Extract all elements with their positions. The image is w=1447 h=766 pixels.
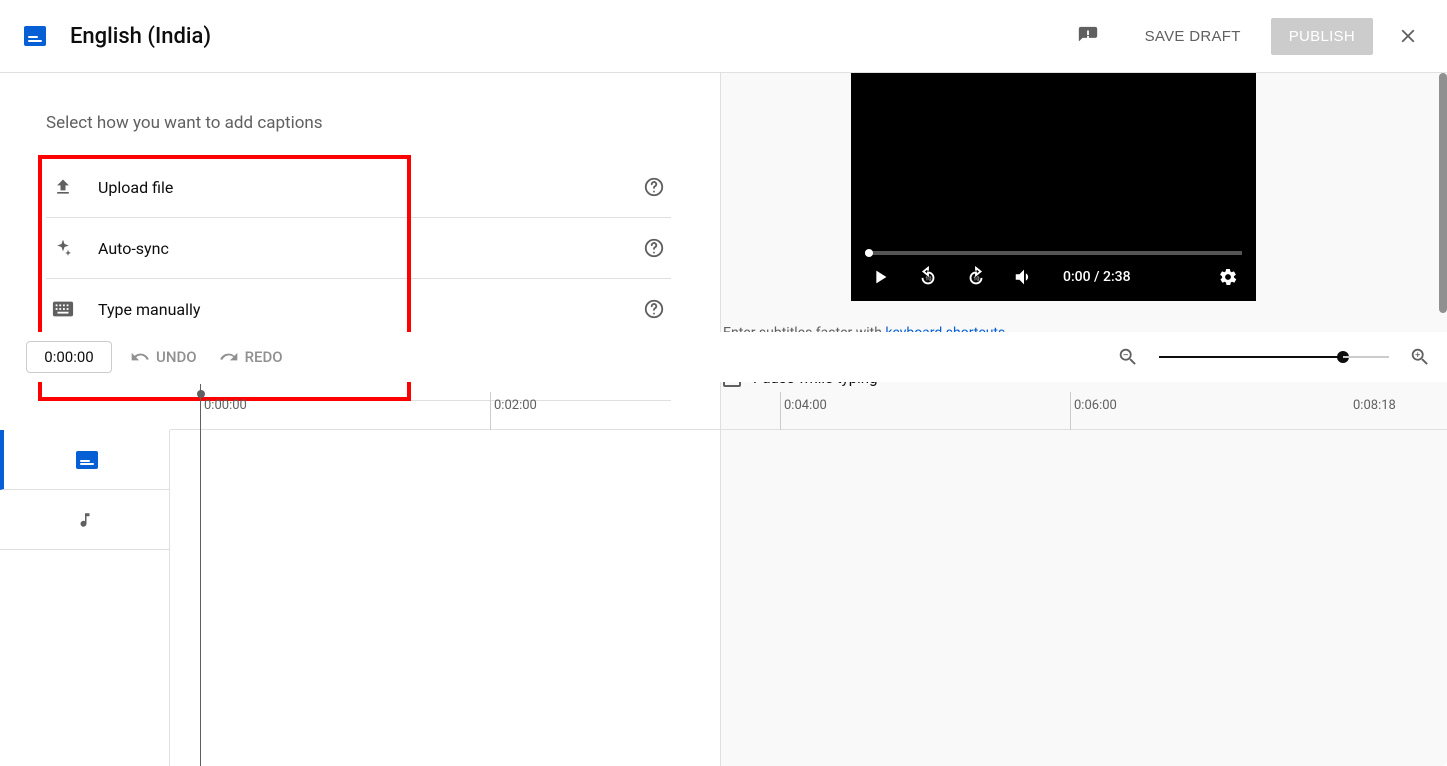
captions-track-button[interactable] <box>0 430 169 490</box>
zoom-out-icon[interactable] <box>1117 346 1139 368</box>
option-upload-file[interactable]: Upload file <box>46 157 671 218</box>
playhead[interactable] <box>200 384 201 766</box>
undo-button[interactable]: UNDO <box>130 347 197 367</box>
rewind-10-icon[interactable]: 10 <box>917 266 939 288</box>
forward-10-icon[interactable]: 10 <box>965 266 987 288</box>
close-icon[interactable] <box>1393 21 1423 51</box>
upload-icon <box>50 177 76 197</box>
captions-icon <box>76 451 98 469</box>
zoom-in-icon[interactable] <box>1409 346 1431 368</box>
captions-icon <box>24 26 46 46</box>
play-icon[interactable] <box>869 266 891 288</box>
ruler-tick: 0:06:00 <box>1070 392 1117 430</box>
dialog-title: English (India) <box>70 24 211 49</box>
option-type-manually[interactable]: Type manually <box>46 279 671 340</box>
help-icon[interactable] <box>643 176 665 198</box>
ruler-tick: 0:00:00 <box>200 392 247 430</box>
timeline-toolbar: 0:00:00 UNDO REDO <box>0 332 1447 382</box>
track-selector <box>0 430 170 766</box>
video-time: 0:00 / 2:38 <box>1063 269 1218 285</box>
scrollbar[interactable] <box>1439 73 1447 313</box>
publish-button[interactable]: PUBLISH <box>1271 18 1373 55</box>
keyboard-icon <box>50 300 76 318</box>
audio-track-button[interactable] <box>0 490 169 550</box>
volume-icon[interactable] <box>1013 266 1035 288</box>
ruler-tick: 0:04:00 <box>780 392 827 430</box>
video-player: 10 10 0:00 / 2:38 <box>851 73 1256 301</box>
help-icon[interactable] <box>643 237 665 259</box>
feedback-icon[interactable] <box>1077 25 1099 47</box>
instruction-text: Select how you want to add captions <box>0 73 720 157</box>
zoom-control <box>1117 346 1431 368</box>
zoom-slider-handle[interactable] <box>1337 351 1349 363</box>
option-label: Upload file <box>98 178 643 197</box>
svg-text:10: 10 <box>925 277 931 283</box>
option-label: Type manually <box>98 300 643 319</box>
help-icon[interactable] <box>643 298 665 320</box>
svg-text:10: 10 <box>973 277 979 283</box>
timecode-input[interactable]: 0:00:00 <box>26 341 112 373</box>
save-draft-button[interactable]: SAVE DRAFT <box>1127 18 1259 55</box>
ruler-tick: 0:08:18 <box>1350 392 1396 430</box>
option-label: Auto-sync <box>98 239 643 258</box>
zoom-slider[interactable] <box>1159 356 1343 358</box>
timeline-ruler[interactable]: 0:00:00 0:02:00 0:04:00 0:06:00 0:08:18 <box>170 392 1447 430</box>
dialog-header: English (India) SAVE DRAFT PUBLISH <box>0 0 1447 73</box>
ruler-tick: 0:02:00 <box>490 392 537 430</box>
sparkle-icon <box>50 238 76 258</box>
redo-button[interactable]: REDO <box>219 347 283 367</box>
gear-icon[interactable] <box>1218 267 1238 287</box>
option-auto-sync[interactable]: Auto-sync <box>46 218 671 279</box>
